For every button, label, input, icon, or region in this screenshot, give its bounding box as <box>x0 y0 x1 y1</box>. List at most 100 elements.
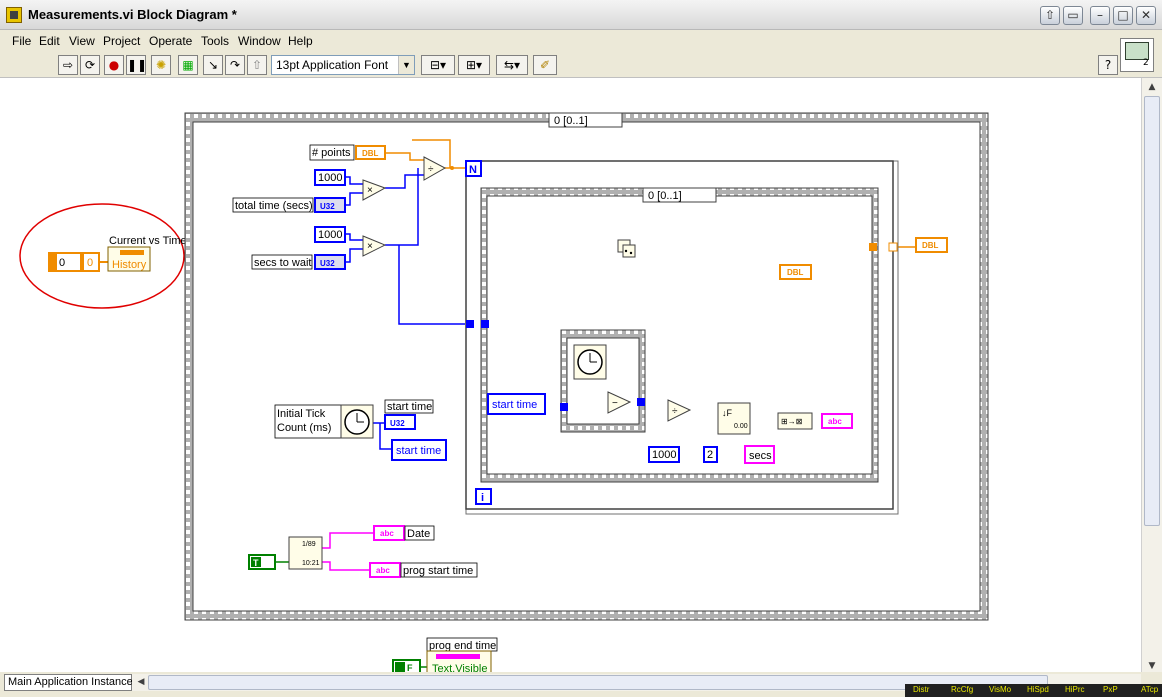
window-title: Measurements.vi Block Diagram * <box>28 7 237 22</box>
sequence-tunnel <box>481 320 489 328</box>
tick-seq-tunnel-in <box>560 403 568 411</box>
total-time-control[interactable]: total time (secs) U32 <box>232 197 346 213</box>
toolkit-rccfg: RcCfg <box>951 685 974 694</box>
step-over-icon[interactable]: ↷ <box>225 55 245 75</box>
reorder-icon[interactable]: ⇆▾ <box>496 55 528 75</box>
tick-label-line1: Initial Tick <box>277 408 326 420</box>
menu-tools[interactable]: Tools <box>201 34 229 48</box>
inner-sequence-selector-text: 0 [0..1] <box>648 190 682 202</box>
secs-wait-control[interactable]: secs to wait U32 <box>251 254 346 270</box>
true-constant-text: T <box>253 558 259 568</box>
maximize-button[interactable]: □ <box>1113 6 1133 25</box>
chevron-down-icon: ▼ <box>398 56 414 74</box>
dbl-indicator-outer-text: DBL <box>922 241 939 250</box>
title-bar: Measurements.vi Block Diagram * ⇧ ▭ – □ … <box>0 0 1162 30</box>
format-top-text: 1/89 <box>302 541 316 548</box>
minimize-button[interactable]: – <box>1090 6 1110 25</box>
loop-tunnel <box>466 320 474 328</box>
close-button[interactable]: ✕ <box>1136 6 1156 25</box>
block-diagram-canvas[interactable]: 0 0 Current vs Time History 0 [0..1] # p… <box>0 78 1141 672</box>
date-label: Date <box>407 528 430 540</box>
scroll-left-icon[interactable]: ◀ <box>133 674 149 690</box>
align-objects-icon[interactable]: ⊟▾ <box>421 55 455 75</box>
vertical-scroll-thumb[interactable] <box>1144 96 1160 526</box>
run-continuous-icon[interactable]: ⟳ <box>80 55 100 75</box>
start-time-local-inner-text: start time <box>492 399 537 411</box>
toolkit-hispd: HiSpd <box>1027 685 1049 694</box>
prog-start-label: prog start time <box>403 565 473 577</box>
menu-bar: File Edit View Project Operate Tools Win… <box>0 30 1162 52</box>
run-arrow-icon[interactable]: ⇨ <box>58 55 78 75</box>
cleanup-diagram-icon[interactable]: ✐ <box>533 55 557 75</box>
step-into-icon[interactable]: ↘ <box>203 55 223 75</box>
start-time-label: start time <box>387 401 432 413</box>
context-help-icon[interactable]: 2 <box>1120 38 1154 72</box>
step-out-icon[interactable]: ⇧ <box>247 55 267 75</box>
total-time-type: U32 <box>320 202 335 211</box>
random-number-node[interactable] <box>616 236 636 260</box>
distribute-objects-icon[interactable]: ⊞▾ <box>458 55 490 75</box>
menu-window[interactable]: Window <box>238 34 281 48</box>
const-1000-c-text: 1000 <box>652 449 676 461</box>
svg-text:↓F: ↓F <box>722 408 733 418</box>
vertical-scrollbar[interactable]: ▲ ▼ <box>1141 78 1162 675</box>
labview-window: Measurements.vi Block Diagram * ⇧ ▭ – □ … <box>0 0 1162 697</box>
toolbar: ⇨ ⟳ ● ❚❚ ✺ ▦ ↘ ↷ ⇧ 13pt Application Font… <box>0 52 1162 78</box>
loop-count-label: N <box>469 164 477 176</box>
prog-end-property-node[interactable]: prog end time Text.Visible <box>426 637 498 672</box>
scroll-up-icon[interactable]: ▲ <box>1144 79 1160 95</box>
svg-text:⊞→⊠: ⊞→⊠ <box>781 417 802 426</box>
abc-indicator-text: abc <box>828 417 842 426</box>
const-1000-a-text: 1000 <box>318 172 342 184</box>
tile-icon[interactable]: ▭ <box>1063 6 1083 25</box>
start-time-local[interactable]: start time <box>391 439 447 461</box>
history-property: History <box>112 259 147 271</box>
menu-project[interactable]: Project <box>103 34 140 48</box>
toolkit-distr: Distr <box>913 685 930 694</box>
secs-const-text: secs <box>749 450 772 462</box>
initial-tick-count[interactable]: Initial Tick Count (ms) <box>274 404 374 439</box>
toolkit-pxp: PxP <box>1103 685 1118 694</box>
font-select-value: 13pt Application Font <box>276 58 389 72</box>
concatenate-strings-node[interactable]: ⊞→⊠ <box>777 412 813 430</box>
diagram-svg: 0 0 Current vs Time History 0 [0..1] # p… <box>19 112 989 672</box>
retain-wire-values-icon[interactable]: ▦ <box>178 55 198 75</box>
help-icon[interactable]: ? <box>1098 55 1118 75</box>
toolkit-atcp: ATcp <box>1141 685 1159 694</box>
points-type: DBL <box>362 149 379 158</box>
start-time-type: U32 <box>390 419 405 428</box>
highlight-execution-icon[interactable]: ✺ <box>151 55 171 75</box>
false-constant-text: F <box>407 663 413 672</box>
number-to-fractional-string-node[interactable]: ↓F 0.00 <box>717 402 751 435</box>
secs-wait-type: U32 <box>320 259 335 268</box>
const-2-text: 2 <box>707 449 713 461</box>
application-instance[interactable]: Main Application Instance <box>4 674 133 691</box>
format-date-time-node[interactable]: 1/89 10:21 <box>288 536 323 570</box>
const-1000-b-text: 1000 <box>318 229 342 241</box>
toolkit-vismo: VisMo <box>989 685 1012 694</box>
menu-edit[interactable]: Edit <box>39 34 60 48</box>
history-label: Current vs Time <box>109 235 187 247</box>
toolkit-strip: Distr RcCfg VisMo HiSpd HiPrc PxP ATcp <box>905 684 1162 697</box>
menu-file[interactable]: File <box>12 34 31 48</box>
font-select[interactable]: 13pt Application Font ▼ <box>271 55 415 75</box>
subtract-icon: − <box>612 398 618 409</box>
pause-icon[interactable]: ❚❚ <box>126 55 147 75</box>
coercion-dot <box>450 166 454 170</box>
orange-tunnel <box>869 243 877 251</box>
menu-operate[interactable]: Operate <box>149 34 192 48</box>
start-time-local-inner[interactable]: start time <box>487 393 546 415</box>
restore-icon[interactable]: ⇧ <box>1040 6 1060 25</box>
points-control[interactable]: # points DBL <box>309 144 386 161</box>
menu-view[interactable]: View <box>69 34 95 48</box>
points-label: # points <box>312 147 351 159</box>
text-visible-label: Text.Visible <box>432 663 487 672</box>
history-index-a: 0 <box>59 257 65 269</box>
history-property-node[interactable]: 0 0 Current vs Time History <box>48 235 187 272</box>
tick-count-node[interactable] <box>573 344 607 380</box>
prog-end-label: prog end time <box>429 640 496 652</box>
multiply-icon: × <box>367 185 373 196</box>
abort-icon[interactable]: ● <box>104 55 124 75</box>
total-time-label: total time (secs) <box>235 200 313 212</box>
menu-help[interactable]: Help <box>288 34 313 48</box>
